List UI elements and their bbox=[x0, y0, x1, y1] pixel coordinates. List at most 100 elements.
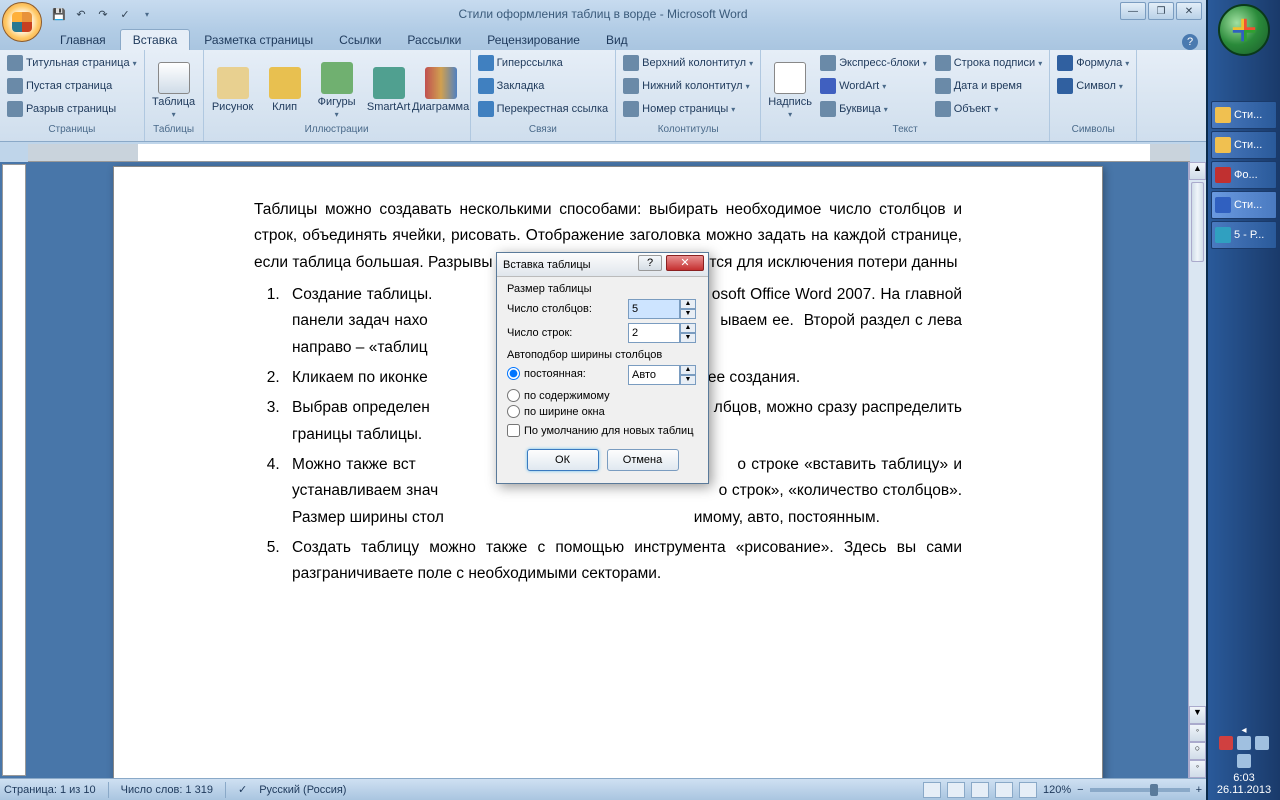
taskbar-item[interactable]: 5 - Р... bbox=[1211, 221, 1277, 249]
dialog-close-button[interactable]: ✕ bbox=[666, 255, 704, 271]
spin-down-icon[interactable]: ▼ bbox=[680, 375, 696, 385]
symbol-button[interactable]: Символ▾ bbox=[1054, 75, 1132, 97]
undo-icon[interactable]: ↶ bbox=[72, 5, 90, 23]
status-bar: Страница: 1 из 10 Число слов: 1 319 ✓ Ру… bbox=[0, 778, 1206, 800]
wordart-button[interactable]: WordArt▾ bbox=[817, 75, 930, 97]
view-web-icon[interactable] bbox=[971, 782, 989, 798]
view-print-icon[interactable] bbox=[923, 782, 941, 798]
rows-input[interactable] bbox=[628, 323, 680, 343]
dialog-help-button[interactable]: ? bbox=[638, 255, 662, 271]
scroll-down-icon[interactable]: ▼ bbox=[1189, 706, 1206, 724]
start-button[interactable] bbox=[1218, 4, 1270, 56]
header-button[interactable]: Верхний колонтитул▾ bbox=[620, 52, 756, 74]
zoom-out-icon[interactable]: − bbox=[1077, 784, 1083, 796]
crossref-button[interactable]: Перекрестная ссылка bbox=[475, 98, 612, 120]
tray-volume-icon[interactable] bbox=[1237, 736, 1251, 750]
horizontal-ruler[interactable] bbox=[28, 144, 1190, 162]
view-draft-icon[interactable] bbox=[1019, 782, 1037, 798]
tab-insert[interactable]: Вставка bbox=[120, 29, 191, 50]
next-page-icon[interactable]: ◦ bbox=[1189, 760, 1206, 778]
signature-button[interactable]: Строка подписи▾ bbox=[932, 52, 1045, 74]
autofit-window-radio[interactable] bbox=[507, 405, 520, 418]
tab-review[interactable]: Рецензирование bbox=[475, 30, 592, 50]
datetime-button[interactable]: Дата и время bbox=[932, 75, 1045, 97]
tray-expand-icon[interactable]: ◂ bbox=[1212, 725, 1276, 736]
autofit-content-radio[interactable] bbox=[507, 389, 520, 402]
prev-page-icon[interactable]: ◦ bbox=[1189, 724, 1206, 742]
redo-icon[interactable]: ↷ bbox=[94, 5, 112, 23]
group-links: Гиперссылка Закладка Перекрестная ссылка… bbox=[471, 50, 617, 141]
picture-button[interactable]: Рисунок bbox=[208, 52, 258, 124]
taskbar-item[interactable]: Сти... bbox=[1211, 101, 1277, 129]
tab-layout[interactable]: Разметка страницы bbox=[192, 30, 325, 50]
tab-view[interactable]: Вид bbox=[594, 30, 640, 50]
hyperlink-button[interactable]: Гиперссылка bbox=[475, 52, 612, 74]
columns-input[interactable] bbox=[628, 299, 680, 319]
equation-button[interactable]: Формула▾ bbox=[1054, 52, 1132, 74]
table-button[interactable]: Таблица▾ bbox=[149, 52, 199, 124]
status-words[interactable]: Число слов: 1 319 bbox=[121, 784, 213, 796]
qat-dropdown-icon[interactable]: ▾ bbox=[138, 5, 156, 23]
scroll-thumb[interactable] bbox=[1191, 182, 1204, 262]
status-language[interactable]: Русский (Россия) bbox=[259, 784, 346, 796]
tray-flag-icon[interactable] bbox=[1219, 736, 1233, 750]
vertical-scrollbar[interactable]: ▲ ▼ ◦ ○ ◦ bbox=[1188, 162, 1206, 778]
dialog-titlebar[interactable]: Вставка таблицы ? ✕ bbox=[497, 253, 708, 277]
taskbar-item[interactable]: Сти... bbox=[1211, 131, 1277, 159]
object-button[interactable]: Объект▾ bbox=[932, 98, 1045, 120]
status-proof-icon[interactable]: ✓ bbox=[238, 783, 247, 796]
browse-icon[interactable]: ○ bbox=[1189, 742, 1206, 760]
scroll-up-icon[interactable]: ▲ bbox=[1189, 162, 1206, 180]
tab-home[interactable]: Главная bbox=[48, 30, 118, 50]
close-button[interactable]: ✕ bbox=[1176, 2, 1202, 20]
taskbar-item[interactable]: Сти... bbox=[1211, 191, 1277, 219]
smartart-button[interactable]: SmartArt bbox=[364, 52, 414, 124]
spin-down-icon[interactable]: ▼ bbox=[680, 309, 696, 319]
status-page[interactable]: Страница: 1 из 10 bbox=[4, 784, 96, 796]
header-icon bbox=[623, 55, 639, 71]
width-input[interactable] bbox=[628, 365, 680, 385]
textbox-button[interactable]: Надпись▾ bbox=[765, 52, 815, 124]
blank-page-button[interactable]: Пустая страница bbox=[4, 75, 140, 97]
view-outline-icon[interactable] bbox=[995, 782, 1013, 798]
clock[interactable]: 6:03 26.11.2013 bbox=[1212, 772, 1276, 796]
page-break-button[interactable]: Разрыв страницы bbox=[4, 98, 140, 120]
footer-button[interactable]: Нижний колонтитул▾ bbox=[620, 75, 756, 97]
spin-up-icon[interactable]: ▲ bbox=[680, 323, 696, 333]
tab-references[interactable]: Ссылки bbox=[327, 30, 393, 50]
help-icon[interactable]: ? bbox=[1182, 34, 1198, 50]
pagenum-button[interactable]: Номер страницы▾ bbox=[620, 98, 756, 120]
taskbar-item[interactable]: Фо... bbox=[1211, 161, 1277, 189]
view-read-icon[interactable] bbox=[947, 782, 965, 798]
zoom-in-icon[interactable]: + bbox=[1196, 784, 1202, 796]
group-text: Надпись▾ Экспресс-блоки▾ WordArt▾ Буквиц… bbox=[761, 50, 1050, 141]
cover-page-button[interactable]: Титульная страница▾ bbox=[4, 52, 140, 74]
spin-up-icon[interactable]: ▲ bbox=[680, 299, 696, 309]
tab-mailings[interactable]: Рассылки bbox=[395, 30, 473, 50]
minimize-button[interactable]: — bbox=[1120, 2, 1146, 20]
chart-button[interactable]: Диаграмма bbox=[416, 52, 466, 124]
ribbon: Титульная страница▾ Пустая страница Разр… bbox=[0, 50, 1206, 142]
save-icon[interactable]: 💾 bbox=[50, 5, 68, 23]
shapes-button[interactable]: Фигуры▾ bbox=[312, 52, 362, 124]
office-button[interactable] bbox=[2, 2, 42, 42]
cancel-button[interactable]: Отмена bbox=[607, 449, 679, 471]
spin-up-icon[interactable]: ▲ bbox=[680, 365, 696, 375]
tray-network-icon[interactable] bbox=[1255, 736, 1269, 750]
remember-checkbox[interactable] bbox=[507, 424, 520, 437]
table-icon bbox=[158, 62, 190, 94]
quickparts-button[interactable]: Экспресс-блоки▾ bbox=[817, 52, 930, 74]
pi-icon bbox=[1057, 55, 1073, 71]
bookmark-button[interactable]: Закладка bbox=[475, 75, 612, 97]
spin-down-icon[interactable]: ▼ bbox=[680, 333, 696, 343]
zoom-level[interactable]: 120% bbox=[1043, 784, 1071, 796]
fixed-width-radio[interactable] bbox=[507, 367, 520, 380]
ok-button[interactable]: ОК bbox=[527, 449, 599, 471]
vertical-ruler[interactable] bbox=[2, 164, 26, 776]
tray-signal-icon[interactable] bbox=[1237, 754, 1251, 768]
maximize-button[interactable]: ❐ bbox=[1148, 2, 1174, 20]
clipart-button[interactable]: Клип bbox=[260, 52, 310, 124]
zoom-slider[interactable] bbox=[1090, 788, 1190, 792]
dropcap-button[interactable]: Буквица▾ bbox=[817, 98, 930, 120]
spellcheck-icon[interactable]: ✓ bbox=[116, 5, 134, 23]
